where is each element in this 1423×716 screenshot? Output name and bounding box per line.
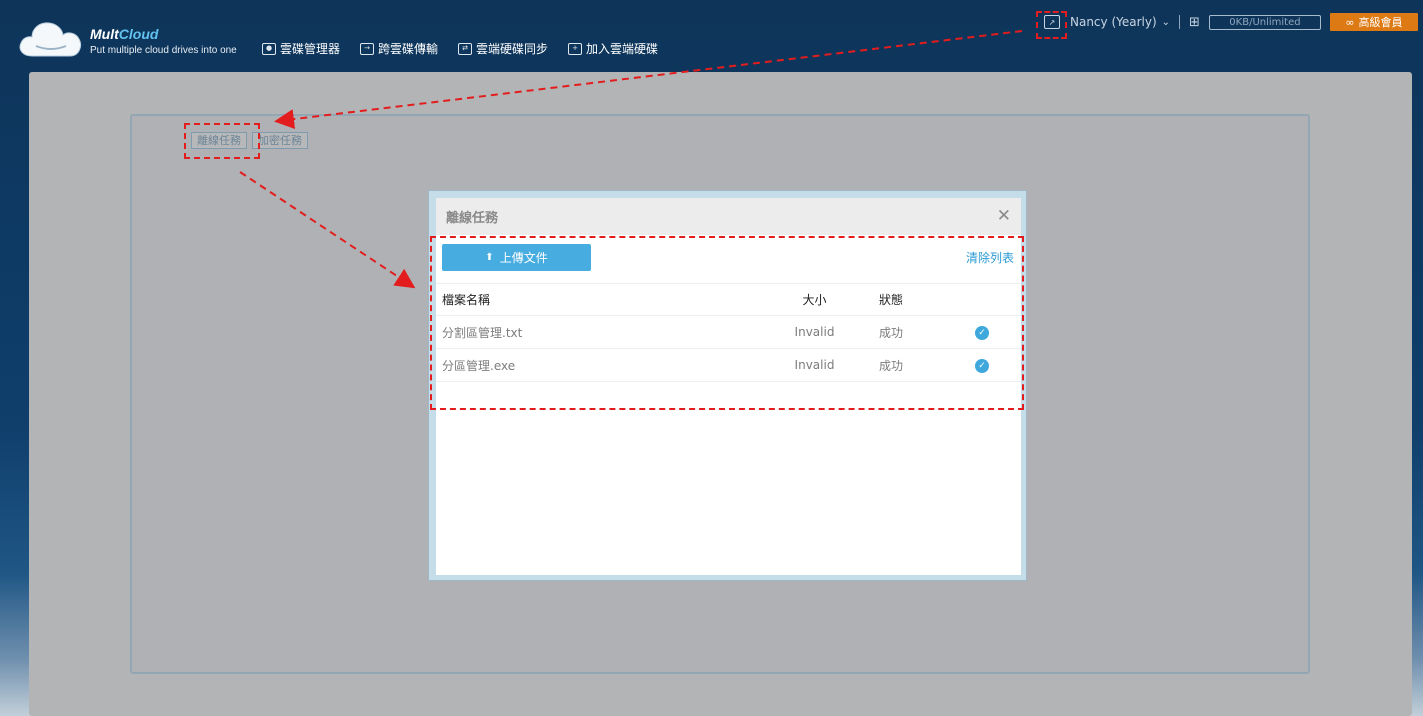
annotation-box-offline-tab — [184, 123, 260, 159]
multcloud-logo[interactable]: MultCloud Put multiple cloud drives into… — [18, 16, 248, 60]
close-icon[interactable]: ✕ — [997, 208, 1011, 225]
nav-cloud-transfer[interactable]: → 跨雲碟傳輸 — [360, 40, 438, 57]
brand-tagline: Put multiple cloud drives into one — [90, 45, 237, 56]
user-area: ↗ Nancy (Yearly) ⌄ ⊞ 0KB/Unlimited ∞ 高級會… — [1044, 12, 1418, 32]
nav-label: 雲端硬碟同步 — [476, 42, 549, 56]
premium-button[interactable]: ∞ 高級會員 — [1329, 13, 1418, 31]
top-bar: MultCloud Put multiple cloud drives into… — [0, 0, 1423, 72]
nav-cloud-sync[interactable]: ⇄ 雲端硬碟同步 — [458, 40, 548, 57]
brand-name: MultCloud — [90, 26, 159, 42]
main-nav: ● 雲碟管理器 → 跨雲碟傳輸 ⇄ 雲端硬碟同步 + 加入雲端硬碟 — [262, 40, 658, 57]
chevron-down-icon[interactable]: ⌄ — [1162, 17, 1170, 28]
nav-cloud-manager[interactable]: ● 雲碟管理器 — [262, 40, 340, 57]
user-menu[interactable]: Nancy (Yearly) — [1070, 15, 1157, 29]
storage-usage: 0KB/Unlimited — [1208, 14, 1321, 30]
divider — [1179, 15, 1181, 29]
drive-manager-icon: ● — [262, 42, 276, 55]
nav-label: 雲碟管理器 — [280, 42, 341, 56]
cloud-logo-icon — [19, 22, 82, 57]
add-drive-icon: + — [568, 42, 583, 55]
annotation-box-task-list — [430, 236, 1024, 410]
nav-label: 加入雲端硬碟 — [586, 42, 659, 56]
dialog-title: 離線任務 — [446, 211, 499, 226]
dialog-header: 離線任務 ✕ — [436, 198, 1021, 235]
tab-encrypted-tasks[interactable]: 加密任務 — [252, 132, 308, 149]
premium-label: 高級會員 — [1358, 16, 1403, 29]
annotation-box-task-icon — [1036, 11, 1067, 39]
transfer-icon: → — [360, 42, 375, 55]
sync-icon: ⇄ — [458, 42, 473, 55]
infinity-icon: ∞ — [1345, 15, 1355, 29]
gift-icon[interactable]: ⊞ — [1189, 15, 1200, 30]
nav-add-cloud[interactable]: + 加入雲端硬碟 — [568, 40, 658, 57]
nav-label: 跨雲碟傳輸 — [378, 42, 439, 56]
